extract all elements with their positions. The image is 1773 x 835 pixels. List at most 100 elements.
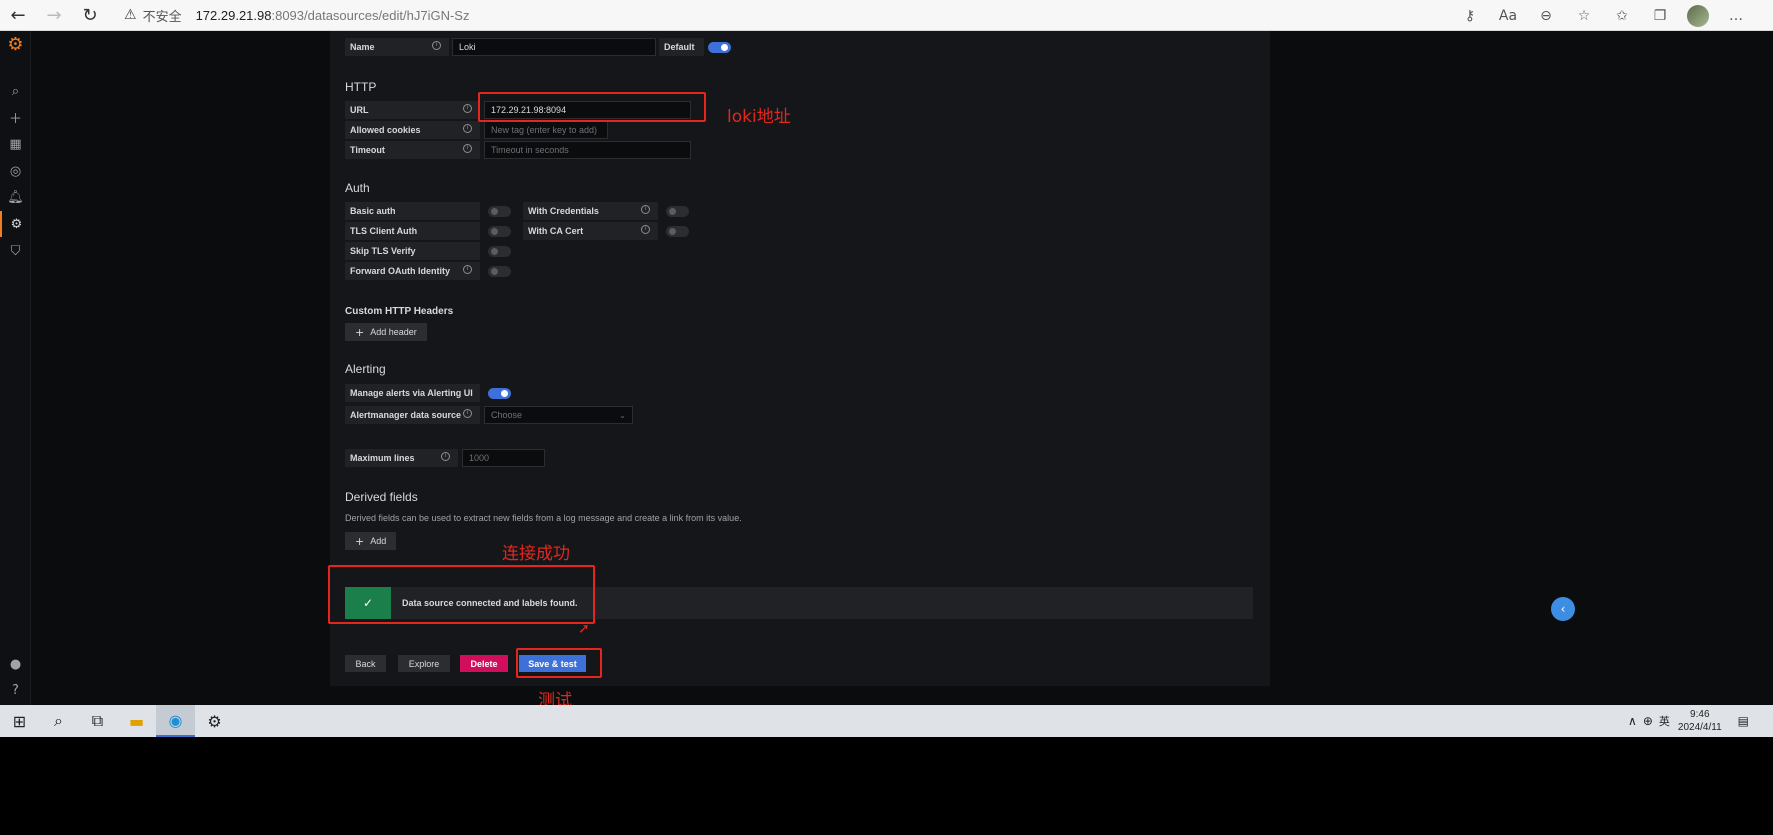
- max-lines-label: Maximum lines i: [345, 449, 458, 467]
- alerting-icon[interactable]: 🔔︎: [0, 184, 31, 210]
- tls-client-auth-label: TLS Client Auth: [345, 222, 480, 240]
- settings-icon[interactable]: ⚙: [195, 705, 234, 737]
- add-icon[interactable]: ＋: [0, 104, 31, 130]
- read-aloud-icon[interactable]: Aa: [1489, 0, 1527, 31]
- with-credentials-toggle[interactable]: [666, 205, 689, 217]
- default-label: Default: [659, 38, 704, 56]
- info-icon[interactable]: i: [463, 144, 472, 153]
- browser-toolbar: ← → ↻ ⚠ 不安全 172.29.21.98:8093/datasource…: [0, 0, 1773, 31]
- forward-oauth-row: Forward OAuth Identity i: [345, 262, 511, 280]
- info-icon[interactable]: i: [432, 41, 441, 50]
- file-explorer-icon[interactable]: ▬: [117, 705, 156, 737]
- tls-row: TLS Client Auth With CA Cert i: [345, 222, 689, 240]
- address-bar[interactable]: ⚠ 不安全 172.29.21.98:8093/datasources/edit…: [124, 0, 469, 31]
- manage-alerts-toggle[interactable]: [488, 387, 511, 399]
- info-icon[interactable]: i: [463, 124, 472, 133]
- clock-date: 2024/4/11: [1677, 722, 1722, 733]
- url-path: :8093/datasources/edit/hJ7iGN-Sz: [271, 7, 470, 23]
- delete-button[interactable]: Delete: [460, 655, 508, 672]
- timeout-input[interactable]: Timeout in seconds: [484, 141, 691, 159]
- configuration-icon[interactable]: ⚙: [0, 211, 31, 237]
- system-tray: ∧ ⊕ 英 9:46 2024/4/11 ▤: [1628, 705, 1755, 737]
- user-icon[interactable]: ●: [0, 651, 31, 677]
- url-host: 172.29.21.98: [195, 7, 272, 23]
- basic-auth-toggle[interactable]: [488, 205, 511, 217]
- globe-icon[interactable]: ⊕: [1643, 714, 1653, 728]
- skip-tls-toggle[interactable]: [488, 245, 511, 257]
- arrow-icon: ➚: [578, 621, 590, 637]
- server-admin-icon[interactable]: ⛉: [0, 238, 31, 264]
- help-icon[interactable]: ?: [0, 677, 31, 703]
- manage-alerts-row: Manage alerts via Alerting UI: [345, 384, 511, 402]
- alerting-section-title: Alerting: [345, 362, 386, 376]
- forward-icon[interactable]: →: [36, 0, 72, 31]
- add-header-button[interactable]: + Add header: [345, 323, 427, 341]
- add-derived-field-button[interactable]: + Add: [345, 532, 397, 550]
- basic-auth-row: Basic auth With Credentials i: [345, 202, 689, 220]
- default-toggle[interactable]: [708, 41, 731, 53]
- cookies-input[interactable]: New tag (enter key to add): [484, 121, 608, 139]
- warning-triangle-icon: ⚠: [124, 7, 137, 23]
- info-icon[interactable]: i: [441, 452, 450, 461]
- with-ca-cert-label: With CA Cert i: [523, 222, 658, 240]
- search-icon[interactable]: ⌕: [39, 705, 78, 737]
- max-lines-row: Maximum lines i 1000: [345, 449, 545, 467]
- with-ca-cert-toggle[interactable]: [666, 225, 689, 237]
- task-view-icon[interactable]: ⧉: [78, 705, 117, 737]
- name-input[interactable]: Loki: [452, 38, 656, 56]
- notification-icon[interactable]: ▤: [1738, 714, 1749, 728]
- info-icon[interactable]: i: [641, 225, 650, 234]
- chevron-left-icon[interactable]: ‹: [1551, 597, 1575, 621]
- manage-alerts-label: Manage alerts via Alerting UI: [345, 384, 480, 402]
- edge-icon[interactable]: ◉: [156, 705, 195, 737]
- avatar: [1687, 4, 1709, 27]
- custom-headers-title: Custom HTTP Headers: [345, 306, 454, 317]
- url-highlight-box: [478, 92, 706, 122]
- max-lines-input[interactable]: 1000: [462, 449, 545, 467]
- side-menu: ⚙ ⌕ ＋ ▦ ◎ 🔔︎ ⚙ ⛉ ● ?: [0, 31, 31, 811]
- alertmanager-select[interactable]: Choose ⌄: [484, 406, 633, 424]
- screen: ← → ↻ ⚠ 不安全 172.29.21.98:8093/datasource…: [0, 0, 1773, 835]
- skip-tls-label: Skip TLS Verify: [345, 242, 480, 260]
- insecure-label: 不安全: [142, 8, 182, 24]
- reload-icon[interactable]: ↻: [72, 0, 108, 31]
- explore-icon[interactable]: ◎: [0, 158, 31, 184]
- loki-address-annotation: loki地址: [727, 107, 791, 127]
- info-icon[interactable]: i: [641, 205, 650, 214]
- chevron-up-icon[interactable]: ∧: [1628, 714, 1637, 728]
- profile-icon[interactable]: [1679, 0, 1717, 31]
- clock-time: 9:46: [1690, 709, 1710, 720]
- alertmanager-row: Alertmanager data source i Choose ⌄: [345, 406, 633, 424]
- dashboards-icon[interactable]: ▦: [0, 131, 31, 157]
- explore-button[interactable]: Explore: [398, 655, 450, 672]
- alert-highlight-box: [328, 565, 595, 624]
- windows-start-icon[interactable]: ⊞: [0, 705, 39, 737]
- tls-client-auth-toggle[interactable]: [488, 225, 511, 237]
- back-button[interactable]: Back: [345, 655, 386, 672]
- more-icon[interactable]: …: [1717, 0, 1755, 31]
- auth-section-title: Auth: [345, 181, 370, 195]
- basic-auth-label: Basic auth: [345, 202, 480, 220]
- favorites-icon[interactable]: ✩: [1603, 0, 1641, 31]
- ime-indicator[interactable]: 英: [1659, 713, 1670, 729]
- name-row: Name i Loki Default: [345, 38, 731, 56]
- forward-oauth-toggle[interactable]: [488, 265, 511, 277]
- clock[interactable]: 9:46 2024/4/11: [1678, 708, 1722, 734]
- search-icon[interactable]: ⌕: [0, 78, 31, 104]
- info-icon[interactable]: i: [463, 104, 472, 113]
- back-icon[interactable]: ←: [0, 0, 36, 31]
- connected-annotation: 连接成功: [502, 544, 570, 564]
- cookies-row: Allowed cookies i New tag (enter key to a…: [345, 121, 608, 139]
- derived-fields-description: Derived fields can be used to extract ne…: [345, 513, 742, 523]
- favorite-add-icon[interactable]: ☆: [1565, 0, 1603, 31]
- collections-icon[interactable]: ❐: [1641, 0, 1679, 31]
- skip-tls-row: Skip TLS Verify: [345, 242, 511, 260]
- key-icon[interactable]: ⚷: [1451, 0, 1489, 31]
- timeout-row: Timeout i Timeout in seconds: [345, 141, 691, 159]
- grafana-logo-icon[interactable]: ⚙: [0, 31, 31, 57]
- info-icon[interactable]: i: [463, 265, 472, 274]
- save-test-highlight-box: [516, 648, 602, 678]
- zoom-icon[interactable]: ⊖: [1527, 0, 1565, 31]
- bottom-letterbox: [0, 737, 1773, 835]
- info-icon[interactable]: i: [463, 409, 472, 418]
